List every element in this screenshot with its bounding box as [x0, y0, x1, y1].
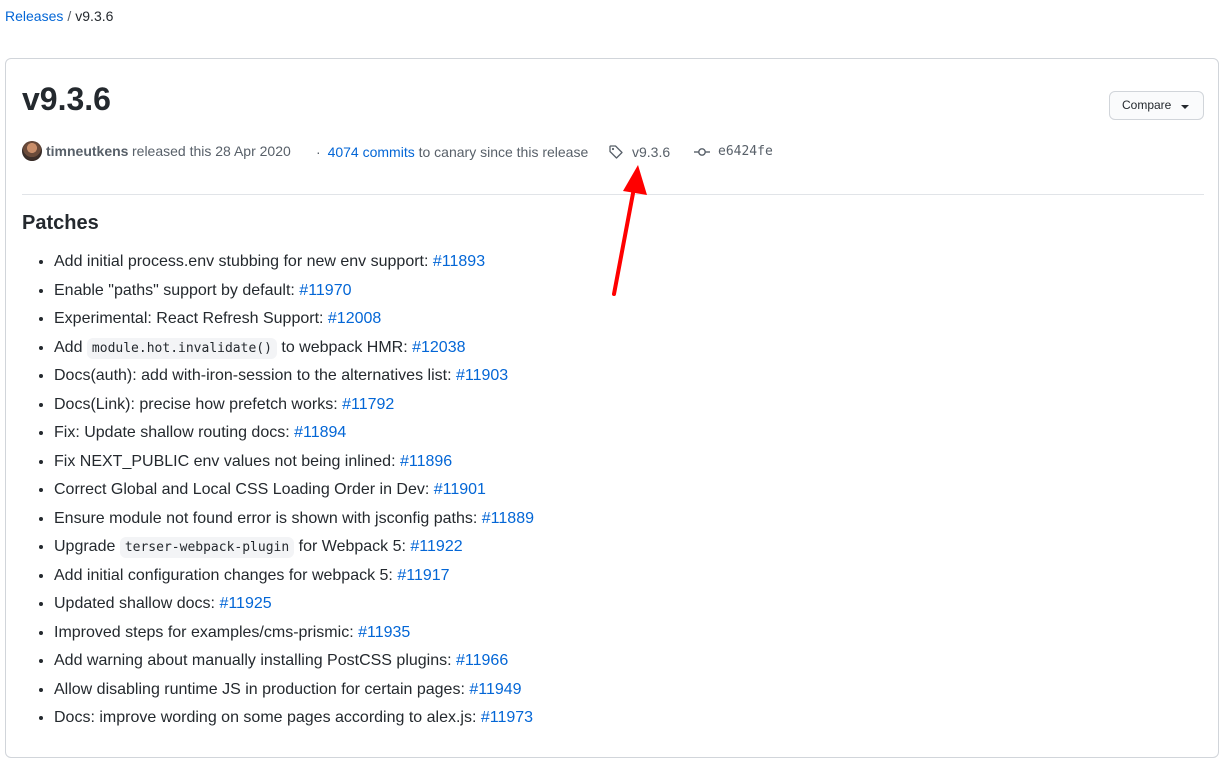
tag-label: v9.3.6 [632, 144, 671, 160]
pr-link[interactable]: #12038 [412, 339, 465, 356]
list-item: Enable "paths" support by default: #1197… [54, 279, 534, 303]
list-item: Add warning about manually installing Po… [54, 649, 534, 673]
pr-link[interactable]: #11893 [433, 253, 485, 270]
list-item: Allow disabling runtime JS in production… [54, 678, 534, 702]
pr-link[interactable]: #11925 [219, 595, 271, 612]
pr-link[interactable]: #11922 [410, 538, 462, 555]
release-title: v9.3.6 [22, 81, 111, 117]
compare-button-label: Compare [1122, 98, 1172, 112]
patch-text: Allow disabling runtime JS in production… [54, 680, 470, 698]
list-item: Fix: Update shallow routing docs: #11894 [54, 421, 534, 445]
pr-link[interactable]: #11917 [397, 567, 449, 584]
breadcrumb: Releases / v9.3.6 [5, 6, 113, 26]
list-item: Add initial process.env stubbing for new… [54, 250, 534, 274]
release-meta: timneutkens released this 28 Apr 2020 · … [22, 141, 1202, 163]
patch-text: Experimental: React Refresh Support: [54, 310, 328, 327]
patch-text: Add warning about manually installing Po… [54, 652, 457, 669]
list-item: Updated shallow docs: #11925 [54, 592, 534, 616]
compare-button[interactable]: Compare [1109, 91, 1204, 120]
commits-link[interactable]: 4074 commits [328, 144, 415, 160]
breadcrumb-separator: / [67, 8, 72, 24]
pr-link[interactable]: #11894 [294, 424, 346, 441]
patch-text: Add [54, 338, 87, 356]
patch-text: Fix NEXT_PUBLIC env values not being inl… [54, 452, 400, 470]
patch-text: Enable "paths" support by default: [54, 281, 300, 299]
breadcrumb-releases-link[interactable]: Releases [5, 8, 63, 24]
pr-link[interactable]: #11792 [342, 396, 394, 413]
release-card: v9.3.6 Compare timneutkens released this… [5, 58, 1219, 758]
pr-link[interactable]: #11903 [456, 367, 508, 384]
pr-link[interactable]: #12008 [328, 310, 381, 327]
patch-text: Improved steps for examples/cms-prismic: [54, 623, 359, 641]
patch-text: Docs: improve wording on some pages acco… [54, 709, 481, 726]
patch-code: terser-webpack-plugin [119, 537, 295, 558]
pr-link[interactable]: #11896 [400, 453, 452, 470]
list-item: Correct Global and Local CSS Loading Ord… [54, 478, 534, 502]
pr-link[interactable]: #11901 [434, 481, 486, 498]
patch-text: Docs(auth): add with-iron-session to the… [54, 367, 456, 384]
section-title: Patches [22, 212, 99, 234]
commits-info: · 4074 commits to canary since this rele… [316, 142, 588, 162]
list-item: Docs(Link): precise how prefetch works: … [54, 393, 534, 417]
list-item: Improved steps for examples/cms-prismic:… [54, 621, 534, 645]
list-item: Docs: improve wording on some pages acco… [54, 706, 534, 730]
patch-text-after: to webpack HMR: [276, 338, 413, 356]
pr-link[interactable]: #11970 [299, 282, 351, 299]
patch-text: Docs(Link): precise how prefetch works: [54, 395, 343, 413]
pr-link[interactable]: #11935 [358, 624, 410, 641]
breadcrumb-current: v9.3.6 [75, 8, 114, 24]
pr-link[interactable]: #11949 [469, 681, 521, 698]
list-item: Experimental: React Refresh Support: #12… [54, 307, 534, 331]
list-item: Upgrade terser-webpack-plugin for Webpac… [54, 535, 534, 559]
patch-text: Add initial process.env stubbing for new… [54, 253, 433, 270]
pr-link[interactable]: #11889 [482, 510, 534, 527]
release-date-text: released this 28 Apr 2020 [132, 143, 291, 159]
patch-text: Correct Global and Local CSS Loading Ord… [54, 481, 434, 498]
avatar[interactable] [22, 141, 42, 161]
list-item: Add module.hot.invalidate() to webpack H… [54, 336, 534, 360]
patch-code: module.hot.invalidate() [86, 337, 277, 359]
patch-text: Add initial configuration changes for we… [54, 566, 398, 584]
git-commit-icon [694, 148, 710, 156]
pr-link[interactable]: #11973 [481, 709, 533, 726]
patch-text: Upgrade [54, 538, 120, 555]
author-link[interactable]: timneutkens [46, 141, 128, 161]
pr-link[interactable]: #11966 [456, 652, 508, 669]
patch-text-after: for Webpack 5: [294, 538, 411, 555]
chevron-down-icon [1181, 105, 1189, 109]
patch-text: Ensure module not found error is shown w… [54, 509, 482, 527]
patch-list: Add initial process.env stubbing for new… [22, 250, 534, 735]
list-item: Fix NEXT_PUBLIC env values not being inl… [54, 450, 534, 474]
commits-separator-dot: · [316, 144, 321, 160]
divider [22, 194, 1204, 195]
commit-sha: e6424fe [718, 144, 773, 159]
list-item: Ensure module not found error is shown w… [54, 507, 534, 531]
list-item: Add initial configuration changes for we… [54, 564, 534, 588]
list-item: Docs(auth): add with-iron-session to the… [54, 364, 534, 388]
patch-text: Fix: Update shallow routing docs: [54, 424, 295, 441]
patch-text: Updated shallow docs: [54, 595, 220, 612]
commits-suffix: to canary since this release [418, 144, 589, 160]
tag-icon [609, 145, 623, 159]
